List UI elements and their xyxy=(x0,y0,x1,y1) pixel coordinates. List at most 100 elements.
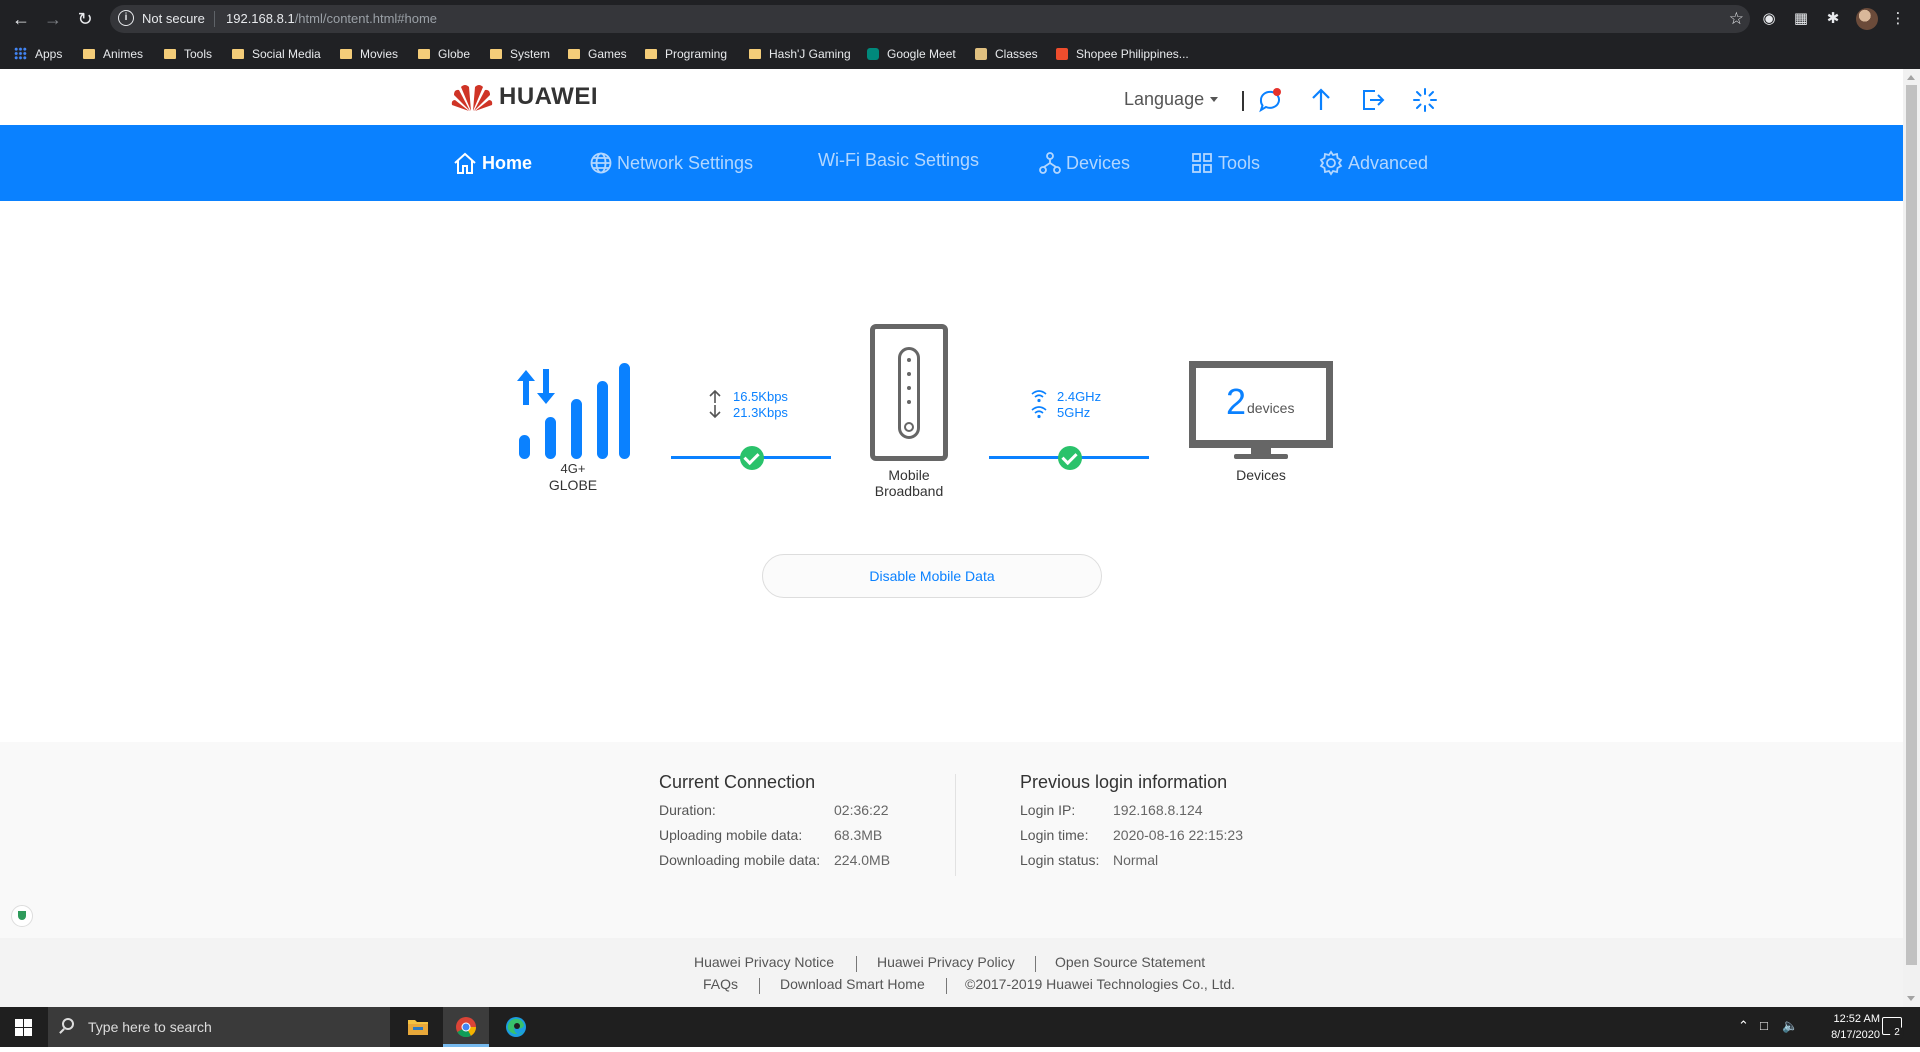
bookmark-social-media[interactable]: Social Media xyxy=(232,44,321,64)
qr-extension-icon[interactable]: ▦ xyxy=(1791,9,1811,29)
info-divider xyxy=(955,774,956,876)
file-explorer-icon xyxy=(408,1020,428,1035)
bookmark-star-icon[interactable]: ☆ xyxy=(1729,9,1744,29)
router-led xyxy=(907,358,911,362)
bookmark-shopee[interactable]: Shopee Philippines... xyxy=(1056,44,1189,64)
globe-icon xyxy=(590,152,612,174)
browser-chrome: ← → ↻ i Not secure 192.168.8.1/html/cont… xyxy=(0,0,1920,69)
reload-icon[interactable]: ↻ xyxy=(73,7,97,31)
nav-tools[interactable]: Tools xyxy=(1190,125,1260,201)
privacy-notice-link[interactable]: Huawei Privacy Notice xyxy=(694,954,834,970)
nav-devices[interactable]: Devices xyxy=(1038,125,1130,201)
taskbar-search[interactable]: Type here to search xyxy=(48,1007,390,1047)
upload-data-value: 68.3MB xyxy=(834,827,883,843)
clock-date: 8/17/2020 xyxy=(1831,1029,1880,1041)
router-icon[interactable] xyxy=(870,324,948,461)
google-meet-icon xyxy=(867,48,879,60)
bookmark-google-meet[interactable]: Google Meet xyxy=(867,44,956,64)
nav-network-settings[interactable]: Network Settings xyxy=(589,125,753,201)
open-source-link[interactable]: Open Source Statement xyxy=(1055,954,1205,970)
nav-wifi-basic-settings[interactable]: Wi-Fi Basic Settings xyxy=(818,122,979,198)
privacy-policy-link[interactable]: Huawei Privacy Policy xyxy=(877,954,1015,970)
classroom-icon xyxy=(975,48,987,60)
device-count-unit: devices xyxy=(1247,400,1295,416)
router-power-ring xyxy=(904,422,914,432)
security-shield-icon[interactable] xyxy=(11,905,33,927)
taskbar-edge[interactable] xyxy=(493,1007,539,1047)
bookmark-label: Google Meet xyxy=(887,47,956,61)
language-dropdown[interactable]: Language xyxy=(1124,89,1219,110)
extensions-puzzle-icon[interactable]: ✱ xyxy=(1823,9,1843,29)
router-led xyxy=(907,400,911,404)
scroll-up-arrow-icon[interactable] xyxy=(1907,75,1915,80)
login-time-value: 2020-08-16 22:15:23 xyxy=(1113,827,1243,843)
nav-advanced[interactable]: Advanced xyxy=(1318,125,1428,201)
taskbar-file-explorer[interactable] xyxy=(395,1007,441,1047)
bookmark-games[interactable]: Games xyxy=(568,44,627,64)
disable-mobile-data-button[interactable]: Disable Mobile Data xyxy=(762,554,1102,598)
gear-icon xyxy=(1319,150,1343,176)
bookmark-apps[interactable]: Apps xyxy=(14,44,62,64)
info-label: Login status: xyxy=(1020,852,1100,868)
network-type-label: 4G+ xyxy=(560,461,586,476)
scroll-thumb[interactable] xyxy=(1906,85,1917,965)
info-icon[interactable]: i xyxy=(118,10,134,26)
bookmark-programing[interactable]: Programing xyxy=(645,44,727,64)
update-arrow-icon[interactable] xyxy=(1308,87,1334,113)
bookmark-label: Programing xyxy=(665,47,728,61)
bookmark-label: Globe xyxy=(438,47,471,61)
bookmark-classes[interactable]: Classes xyxy=(975,44,1038,64)
security-label[interactable]: Not secure xyxy=(142,11,205,26)
main-nav: Home Network Settings Wi-Fi Basic Settin… xyxy=(0,125,1903,201)
download-data-value: 224.0MB xyxy=(834,852,891,868)
bookmark-label: Tools xyxy=(184,47,213,61)
folder-icon xyxy=(749,49,761,59)
network-topology-icon xyxy=(1039,152,1061,174)
bookmark-movies[interactable]: Movies xyxy=(340,44,398,64)
monitor-chin xyxy=(1189,440,1333,448)
url-text[interactable]: 192.168.8.1/html/content.html#home xyxy=(226,11,437,26)
url-path: /html/content.html#home xyxy=(294,11,438,26)
bookmark-label: Shopee Philippines... xyxy=(1076,47,1189,61)
page-scrollbar[interactable] xyxy=(1903,69,1920,1007)
windows-start-icon[interactable] xyxy=(15,1019,32,1036)
bookmark-hashj-gaming[interactable]: Hash'J Gaming xyxy=(749,44,851,64)
shopee-bag-icon xyxy=(1056,48,1068,60)
nav-label: Tools xyxy=(1218,152,1261,173)
message-bubble-icon[interactable] xyxy=(1257,87,1283,113)
forward-icon[interactable]: → xyxy=(41,7,65,31)
bookmark-tools[interactable]: Tools xyxy=(164,44,212,64)
duration-value: 02:36:22 xyxy=(834,802,889,818)
camera-extension-icon[interactable]: ◉ xyxy=(1759,9,1779,29)
info-label: Login IP: xyxy=(1020,802,1076,818)
current-connection-title: Current Connection xyxy=(659,772,816,792)
back-icon[interactable]: ← xyxy=(9,7,33,31)
profile-avatar[interactable] xyxy=(1856,8,1878,30)
huawei-logo[interactable]: HUAWEI xyxy=(451,81,598,113)
browser-menu-icon[interactable]: ⋮ xyxy=(1888,9,1908,29)
router-label-line1: Mobile xyxy=(888,467,930,483)
home-icon xyxy=(454,152,476,174)
logout-icon[interactable] xyxy=(1360,87,1386,113)
address-bar[interactable]: i Not secure 192.168.8.1/html/content.ht… xyxy=(110,5,1750,33)
devices-label: Devices xyxy=(1236,467,1286,483)
bookmark-label: System xyxy=(510,47,551,61)
nav-home[interactable]: Home xyxy=(452,125,532,201)
signal-bar xyxy=(597,381,608,459)
wifi-icon xyxy=(1031,390,1047,403)
bookmark-animes[interactable]: Animes xyxy=(83,44,143,64)
bookmark-label: Hash'J Gaming xyxy=(769,47,851,61)
info-label: Downloading mobile data: xyxy=(659,852,821,868)
taskbar-chrome[interactable] xyxy=(443,1007,489,1047)
nav-label: Home xyxy=(482,152,533,173)
nav-label: Network Settings xyxy=(617,152,754,173)
bookmark-system[interactable]: System xyxy=(490,44,550,64)
brand-name: HUAWEI xyxy=(499,83,598,110)
scroll-down-arrow-icon[interactable] xyxy=(1907,996,1915,1001)
faqs-link[interactable]: FAQs xyxy=(703,976,738,992)
download-smart-home-link[interactable]: Download Smart Home xyxy=(780,976,925,992)
bookmark-globe[interactable]: Globe xyxy=(418,44,470,64)
router-led xyxy=(907,386,911,390)
wifi-band-2-4ghz: 2.4GHz xyxy=(1057,389,1102,404)
taskbar-clock[interactable]: 12:52 AM 8/17/2020 xyxy=(1790,1011,1880,1043)
